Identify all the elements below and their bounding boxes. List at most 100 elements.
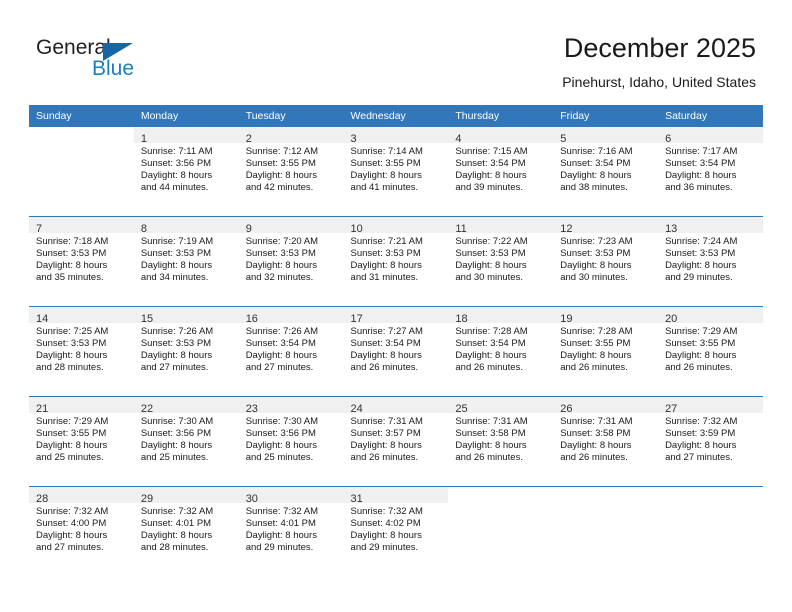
sunset-text: Sunset: 3:55 PM (245, 158, 316, 170)
day-number-band: 25 (448, 397, 554, 415)
day-number-band: 10 (343, 217, 449, 235)
daylight-text-line1: Daylight: 8 hours (140, 440, 213, 452)
daylight-text-line2: and 28 minutes. (36, 362, 104, 374)
day-sun-info: Sunrise: 7:28 AM Sunset: 3:54 PM Daylight:… (448, 323, 553, 374)
day-number: 29 (140, 493, 154, 505)
day-sun-info: Sunrise: 7:32 AM Sunset: 4:00 PM Daylight:… (29, 503, 134, 554)
sunrise-text: Sunrise: 7:17 AM (665, 146, 738, 157)
sunset-text: Sunset: 3:53 PM (665, 248, 736, 260)
day-number-band: 7 (29, 217, 134, 235)
calendar-day-cell[interactable]: 26 Sunrise: 7:31 AM Sunset: 3:58 PM Dayligh… (553, 396, 659, 487)
day-cell-inner: 2 Sunrise: 7:12 AM Sunset: 3:55 PM Daylight… (238, 127, 344, 216)
day-sun-info: Sunrise: 7:26 AM Sunset: 3:53 PM Daylight:… (134, 323, 239, 374)
calendar-day-cell[interactable]: 14 Sunrise: 7:25 AM Sunset: 3:53 PM Dayligh… (29, 306, 134, 397)
calendar-day-cell[interactable]: 30 Sunrise: 7:32 AM Sunset: 4:01 PM Dayligh… (238, 486, 344, 576)
daylight-text-line1: Daylight: 8 hours (665, 440, 737, 452)
calendar-day-cell[interactable]: 18 Sunrise: 7:28 AM Sunset: 3:54 PM Dayligh… (448, 306, 554, 397)
day-sun-info: Sunrise: 7:19 AM Sunset: 3:53 PM Daylight:… (134, 233, 239, 284)
day-cell-inner: 11 Sunrise: 7:22 AM Sunset: 3:53 PM Dayligh… (448, 217, 554, 306)
sunset-text: Sunset: 3:53 PM (140, 338, 212, 350)
day-number-band: 9 (238, 217, 344, 235)
calendar-day-cell[interactable]: 19 Sunrise: 7:28 AM Sunset: 3:55 PM Dayligh… (553, 306, 659, 397)
sunrise-text: Sunrise: 7:19 AM (140, 236, 214, 247)
daylight-text-line2: and 41 minutes. (350, 182, 419, 194)
sunset-text: Sunset: 3:54 PM (560, 158, 631, 170)
calendar-day-cell[interactable]: 15 Sunrise: 7:26 AM Sunset: 3:53 PM Dayligh… (133, 306, 239, 397)
calendar-day-cell[interactable]: 3 Sunrise: 7:14 AM Sunset: 3:55 PM Daylight… (343, 127, 449, 217)
daylight-text-line1: Daylight: 8 hours (665, 170, 737, 182)
calendar-day-cell[interactable]: 10 Sunrise: 7:21 AM Sunset: 3:53 PM Dayligh… (343, 216, 449, 307)
daylight-text-line2: and 27 minutes. (245, 362, 314, 374)
daylight-text-line2: and 26 minutes. (560, 362, 628, 374)
calendar-day-cell[interactable]: 29 Sunrise: 7:32 AM Sunset: 4:01 PM Dayligh… (133, 486, 239, 576)
daylight-text-line1: Daylight: 8 hours (560, 440, 632, 452)
calendar-day-cell[interactable]: 16 Sunrise: 7:26 AM Sunset: 3:54 PM Dayligh… (238, 306, 344, 397)
day-number: 17 (350, 313, 363, 325)
sunset-text: Sunset: 3:59 PM (665, 428, 736, 440)
calendar-day-cell[interactable]: 8 Sunrise: 7:19 AM Sunset: 3:53 PM Daylight… (133, 216, 239, 307)
sunset-text: Sunset: 3:54 PM (350, 338, 421, 350)
day-number: 3 (350, 133, 357, 145)
day-number: 18 (455, 313, 468, 325)
calendar-day-cell[interactable]: 28 Sunrise: 7:32 AM Sunset: 4:00 PM Dayligh… (29, 486, 134, 576)
calendar-day-cell-empty (29, 127, 134, 217)
general-blue-logo[interactable]: General Blue (36, 36, 166, 82)
daylight-text-line1: Daylight: 8 hours (36, 260, 108, 272)
calendar-day-cell[interactable]: 11 Sunrise: 7:22 AM Sunset: 3:53 PM Dayligh… (448, 216, 554, 307)
daylight-text-line2: and 42 minutes. (245, 182, 314, 194)
day-cell-inner (29, 127, 134, 216)
day-cell-inner: 6 Sunrise: 7:17 AM Sunset: 3:54 PM Daylight… (658, 127, 763, 216)
calendar-day-cell[interactable]: 21 Sunrise: 7:29 AM Sunset: 3:55 PM Dayligh… (29, 396, 134, 487)
calendar-day-cell[interactable]: 20 Sunrise: 7:29 AM Sunset: 3:55 PM Dayligh… (658, 306, 763, 397)
sunset-text: Sunset: 4:02 PM (350, 518, 421, 530)
sunset-text: Sunset: 3:53 PM (455, 248, 526, 260)
page-header: General Blue December 2025 Pinehurst, Id… (0, 0, 792, 104)
day-sun-info: Sunrise: 7:32 AM Sunset: 4:01 PM Daylight:… (239, 503, 344, 554)
calendar-day-cell[interactable]: 6 Sunrise: 7:17 AM Sunset: 3:54 PM Daylight… (658, 127, 763, 217)
day-cell-inner: 3 Sunrise: 7:14 AM Sunset: 3:55 PM Daylight… (343, 127, 449, 216)
daylight-text-line2: and 29 minutes. (665, 272, 733, 284)
daylight-text-line2: and 38 minutes. (560, 182, 628, 194)
calendar-day-cell[interactable]: 17 Sunrise: 7:27 AM Sunset: 3:54 PM Dayligh… (343, 306, 449, 397)
day-number-band: 12 (553, 217, 659, 235)
day-sun-info: Sunrise: 7:22 AM Sunset: 3:53 PM Daylight:… (448, 233, 553, 284)
daylight-text-line1: Daylight: 8 hours (140, 350, 213, 362)
day-cell-inner: 17 Sunrise: 7:27 AM Sunset: 3:54 PM Dayligh… (343, 307, 449, 396)
logo-text-blue: Blue (92, 57, 135, 80)
calendar-day-cell[interactable]: 12 Sunrise: 7:23 AM Sunset: 3:53 PM Dayligh… (553, 216, 659, 307)
day-cell-inner: 21 Sunrise: 7:29 AM Sunset: 3:55 PM Dayligh… (29, 397, 134, 486)
calendar-day-cell[interactable]: 25 Sunrise: 7:31 AM Sunset: 3:58 PM Dayligh… (448, 396, 554, 487)
sunrise-text: Sunrise: 7:11 AM (140, 146, 213, 157)
daylight-text-line1: Daylight: 8 hours (140, 260, 213, 272)
sunset-text: Sunset: 3:58 PM (560, 428, 631, 440)
calendar-day-cell[interactable]: 23 Sunrise: 7:30 AM Sunset: 3:56 PM Dayligh… (238, 396, 344, 487)
calendar-day-cell[interactable]: 2 Sunrise: 7:12 AM Sunset: 3:55 PM Daylight… (238, 127, 344, 217)
calendar-day-cell[interactable]: 27 Sunrise: 7:32 AM Sunset: 3:59 PM Dayligh… (658, 396, 763, 487)
day-number-band: 29 (133, 487, 239, 505)
day-sun-info: Sunrise: 7:12 AM Sunset: 3:55 PM Daylight:… (239, 143, 344, 194)
day-cell-inner: 30 Sunrise: 7:32 AM Sunset: 4:01 PM Dayligh… (238, 487, 344, 576)
weekday-header-wednesday: Wednesday (343, 105, 449, 127)
day-number-band: 31 (343, 487, 449, 505)
calendar-day-cell[interactable]: 9 Sunrise: 7:20 AM Sunset: 3:53 PM Daylight… (238, 216, 344, 307)
page-title: December 2025 (563, 33, 756, 63)
calendar-day-cell[interactable]: 31 Sunrise: 7:32 AM Sunset: 4:02 PM Dayligh… (343, 486, 449, 576)
calendar-day-cell[interactable]: 7 Sunrise: 7:18 AM Sunset: 3:53 PM Daylight… (29, 216, 134, 307)
day-number-band (29, 127, 134, 143)
calendar-day-cell[interactable]: 13 Sunrise: 7:24 AM Sunset: 3:53 PM Dayligh… (658, 216, 763, 307)
day-sun-info: Sunrise: 7:32 AM Sunset: 3:59 PM Daylight:… (658, 413, 763, 464)
calendar-day-cell[interactable]: 22 Sunrise: 7:30 AM Sunset: 3:56 PM Dayligh… (133, 396, 239, 487)
day-number-band: 13 (658, 217, 763, 235)
calendar-day-cell[interactable]: 5 Sunrise: 7:16 AM Sunset: 3:54 PM Daylight… (553, 127, 659, 217)
sunset-text: Sunset: 3:53 PM (36, 338, 107, 350)
calendar-day-cell[interactable]: 1 Sunrise: 7:11 AM Sunset: 3:56 PM Daylight… (133, 127, 239, 217)
calendar-day-cell[interactable]: 4 Sunrise: 7:15 AM Sunset: 3:54 PM Daylight… (448, 127, 554, 217)
sunset-text: Sunset: 3:55 PM (560, 338, 631, 350)
sunrise-text: Sunrise: 7:29 AM (36, 416, 109, 427)
sunset-text: Sunset: 4:01 PM (140, 518, 212, 530)
day-number-band: 28 (29, 487, 134, 505)
calendar-day-cell[interactable]: 24 Sunrise: 7:31 AM Sunset: 3:57 PM Dayligh… (343, 396, 449, 487)
daylight-text-line1: Daylight: 8 hours (350, 440, 422, 452)
daylight-text-line2: and 27 minutes. (665, 452, 733, 464)
day-sun-info: Sunrise: 7:21 AM Sunset: 3:53 PM Daylight:… (344, 233, 449, 284)
